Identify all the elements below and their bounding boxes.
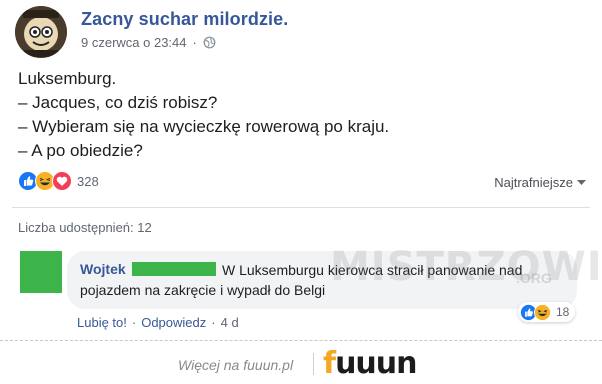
divider (12, 207, 590, 208)
post-timestamp[interactable]: 9 czerwca o 23:44 (81, 35, 187, 50)
footer-banner: Więcej na fuuun.pl fuuun (0, 340, 602, 384)
post-line: – Jacques, co dziś robisz? (18, 93, 218, 112)
comment-reaction-count: 18 (556, 305, 570, 319)
like-comment-button[interactable]: Lubię to! (77, 315, 127, 330)
shares-count[interactable]: Liczba udostępnień: 12 (18, 220, 152, 235)
meta-separator: · (192, 35, 197, 50)
post-reactions[interactable]: 328 (18, 171, 99, 191)
fuuun-logo[interactable]: fuuun (323, 346, 418, 381)
comment-reactions[interactable]: 18 (518, 302, 576, 322)
footer-divider (313, 353, 314, 375)
reaction-count[interactable]: 328 (77, 174, 99, 189)
page-avatar[interactable] (15, 6, 67, 58)
action-separator: · (131, 315, 137, 330)
post-meta: 9 czerwca o 23:44 · (81, 35, 216, 50)
action-separator: · (211, 315, 216, 330)
watermark-sub: .ORG (516, 270, 552, 286)
comment-age[interactable]: 4 d (221, 315, 239, 330)
redacted-name (132, 262, 216, 276)
post-body: Luksemburg. – Jacques, co dziś robisz? –… (18, 67, 389, 163)
post-card: Zacny suchar milordzie. 9 czerwca o 23:4… (0, 0, 602, 340)
sort-label: Najtrafniejsze (494, 175, 573, 190)
logo-prefix: f (323, 346, 336, 381)
haha-icon (534, 303, 551, 321)
reply-button[interactable]: Odpowiedz (141, 315, 206, 330)
post-line: – A po obiedzie? (18, 141, 143, 160)
comment-actions: Lubię to! · Odpowiedz · 4 d (77, 315, 239, 330)
footer-text[interactable]: Więcej na fuuun.pl (178, 357, 293, 373)
globe-icon[interactable] (203, 36, 216, 49)
love-icon (52, 171, 72, 191)
logo-rest: uuun (335, 346, 417, 381)
avatar-icon (15, 6, 67, 58)
page-name[interactable]: Zacny suchar milordzie. (81, 9, 288, 30)
comment-author[interactable]: Wojtek (80, 261, 126, 277)
comment-avatar[interactable] (20, 251, 62, 293)
watermark: MISTRZOWIE (330, 244, 602, 290)
post-line: Luksemburg. (18, 69, 117, 88)
reaction-icons (18, 171, 72, 191)
caret-down-icon (577, 179, 586, 185)
comment-sort-dropdown[interactable]: Najtrafniejsze (494, 175, 586, 190)
post-line: – Wybieram się na wycieczkę rowerową po … (18, 117, 390, 136)
